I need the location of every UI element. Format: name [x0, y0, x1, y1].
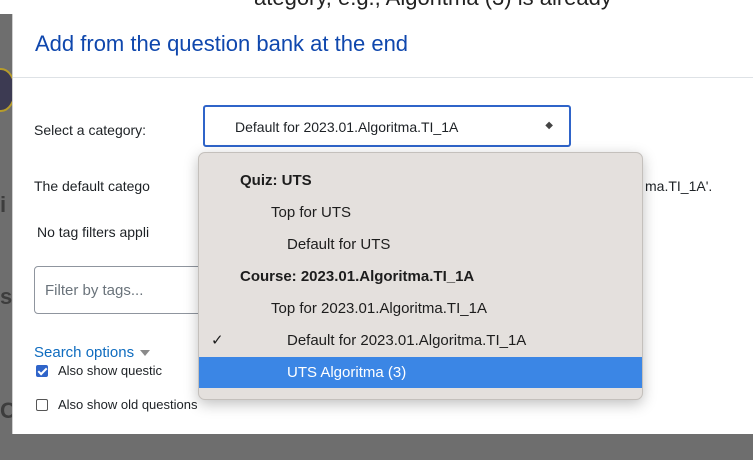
modal-title: Add from the question bank at the end — [35, 31, 409, 56]
dropdown-group-quiz: Quiz: UTS — [240, 172, 312, 189]
select-category-label: Select a category: — [34, 122, 147, 138]
caret-down-icon — [140, 350, 151, 357]
dropdown-option-default-for-uts[interactable]: Default for UTS — [199, 229, 642, 260]
dropdown-group-course: Course: 2023.01.Algoritma.TI_1A — [240, 268, 475, 285]
select-arrows-icon: ◆ — [545, 120, 553, 131]
dropdown-option-top-for-course[interactable]: Top for 2023.01.Algoritma.TI_1A — [199, 293, 642, 324]
search-options-label: Search options — [34, 344, 135, 361]
modal-header: Add from the question bank at the end — [13, 14, 753, 78]
category-select[interactable]: Default for 2023.01.Algoritma.TI_1A ◆ — [203, 105, 571, 147]
checkmark-icon: ✓ — [211, 332, 224, 349]
caption-strip: ategory, e.g., Algoritma (3) is already — [0, 0, 753, 14]
no-tag-filters-text: No tag filters appli — [37, 224, 150, 240]
also-show-old-questions-checkbox[interactable] — [36, 399, 48, 411]
background-fragment: s — [0, 284, 13, 309]
also-show-subcategories-row[interactable]: Also show questic — [36, 363, 162, 378]
background-fragment: i — [0, 192, 7, 217]
dropdown-option-uts-algoritma[interactable]: UTS Algoritma (3) — [199, 357, 642, 388]
filter-by-tags-input[interactable] — [34, 266, 209, 314]
search-options-toggle[interactable]: Search options — [34, 344, 151, 361]
dropdown-option-default-for-course[interactable]: ✓ Default for 2023.01.Algoritma.TI_1A — [199, 325, 642, 356]
caption-text: ategory, e.g., Algoritma (3) is already — [254, 0, 612, 11]
also-show-subcategories-checkbox[interactable] — [36, 365, 48, 377]
default-category-text: The default catego — [34, 178, 150, 194]
also-show-subcategories-label: Also show questic — [58, 363, 163, 378]
dropdown-option-top-for-uts[interactable]: Top for UTS — [199, 197, 642, 228]
category-dropdown-list: Quiz: UTS Top for UTS Default for UTS Co… — [198, 152, 643, 400]
also-show-old-questions-row[interactable]: Also show old questions — [36, 397, 197, 412]
default-category-text-end: ma.TI_1A'. — [645, 178, 713, 194]
category-select-value: Default for 2023.01.Algoritma.TI_1A — [235, 119, 459, 135]
also-show-old-questions-label: Also show old questions — [58, 397, 198, 412]
